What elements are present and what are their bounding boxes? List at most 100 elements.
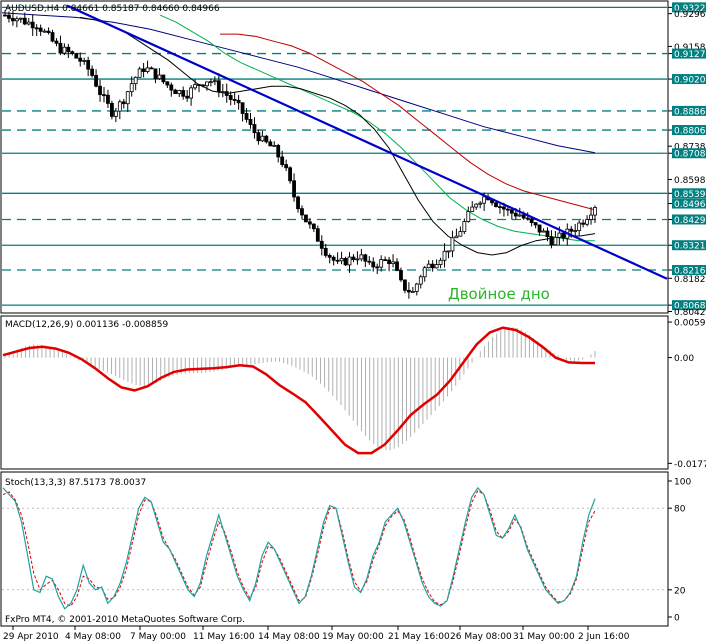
candle-body	[406, 289, 411, 293]
candle-body	[141, 68, 146, 72]
time-axis: 29 Apr 2010 4 May 08:00 7 May 00:00 11 May …	[3, 626, 630, 642]
candle-body	[585, 219, 589, 225]
candle-body	[157, 74, 162, 80]
candle-body	[482, 196, 487, 204]
candle-body	[197, 84, 201, 86]
candle-body	[228, 95, 233, 100]
price-label-10: 0.85397	[674, 190, 706, 200]
candle-body	[442, 250, 447, 261]
candle-body	[300, 208, 304, 216]
candle-body	[288, 167, 293, 182]
candle-body	[244, 113, 249, 120]
candle-body	[347, 256, 352, 266]
main-panel-frame	[0, 0, 669, 314]
time-label-6: 21 May 16:00	[388, 632, 450, 642]
candle-body	[319, 240, 324, 249]
candle-body	[284, 164, 289, 169]
price-label-17: 0.80420	[674, 308, 706, 318]
candle-body	[133, 76, 138, 85]
candle-body	[593, 207, 597, 216]
candle-body	[426, 263, 431, 269]
macd-label-0: 0.005954	[674, 319, 706, 329]
macd-header: MACD(12,26,9) 0.001136 -0.008859	[5, 320, 168, 330]
candle-body	[224, 91, 229, 96]
candle-body	[573, 230, 578, 232]
price-label-12: 0.84295	[674, 216, 706, 226]
candle-body	[327, 255, 332, 258]
candle-body	[153, 68, 158, 80]
candle-body	[438, 259, 443, 265]
trendline[interactable]	[66, 4, 668, 280]
candle-body	[189, 87, 194, 99]
candle-body	[181, 90, 186, 97]
price-label-3: 0.91279	[674, 50, 706, 60]
candle-body	[173, 89, 178, 95]
candle-body	[256, 132, 261, 142]
candle-body	[387, 259, 391, 265]
candle-body	[102, 94, 106, 97]
candle-body	[236, 99, 241, 104]
candle-body	[14, 18, 19, 22]
candle-body	[276, 144, 281, 158]
candle-body	[403, 279, 407, 291]
candle-body	[264, 135, 269, 143]
candle-body	[117, 101, 122, 112]
candle-body	[240, 102, 245, 114]
candle-body	[121, 101, 126, 105]
down-trendline[interactable]	[66, 4, 668, 280]
candle-body	[367, 260, 372, 263]
candle-body	[272, 144, 277, 147]
candle-body	[74, 53, 79, 59]
stoch-panel-frame	[0, 471, 669, 627]
macd-signal	[2, 326, 595, 455]
stoch-label-1: 80	[674, 505, 686, 515]
candle-body	[34, 27, 39, 30]
candle-body	[343, 258, 348, 266]
chart-canvas[interactable]: 0.932240.929600.915800.912790.902060.888…	[0, 0, 706, 644]
candle-body	[505, 208, 510, 211]
candle-body	[383, 259, 388, 262]
candle-body	[494, 202, 498, 208]
candle-body	[220, 91, 225, 93]
candle-body	[216, 80, 221, 93]
candle-body	[62, 46, 67, 54]
candle-body	[509, 209, 514, 214]
time-label-8: 31 May 00:00	[513, 632, 575, 642]
candle-body	[129, 83, 134, 93]
time-label-1: 4 May 08:00	[65, 632, 121, 642]
candle-body	[379, 259, 384, 268]
candle-body	[323, 247, 328, 256]
candle-body	[359, 254, 364, 260]
candle-body	[212, 80, 217, 83]
candle-body	[335, 259, 340, 262]
macd-axis: 0.005954 0.00 -0.017724	[668, 319, 706, 470]
candle-body	[280, 156, 285, 165]
candle-body	[307, 221, 312, 225]
mt4-chart-window[interactable]: 0.932240.929600.915800.912790.902060.888…	[0, 0, 706, 644]
candle-body	[106, 94, 110, 104]
candle-body	[581, 222, 586, 225]
price-label-15: 0.81820	[674, 275, 706, 285]
candle-body	[177, 90, 182, 95]
price-label-9: 0.85980	[674, 176, 706, 186]
candle-body	[478, 202, 483, 205]
candle-body	[149, 67, 154, 70]
candle-body	[521, 214, 526, 219]
moving-averages	[1, 12, 596, 256]
candle-body	[363, 254, 368, 262]
candle-body	[577, 222, 582, 231]
candle-body	[185, 95, 190, 99]
candle-body	[529, 218, 534, 224]
candle-body	[395, 261, 399, 271]
price-label-11: 0.84966	[674, 200, 706, 210]
candle-body	[82, 60, 87, 62]
time-label-2: 7 May 00:00	[130, 632, 186, 642]
candle-body	[18, 17, 23, 20]
candle-body	[3, 14, 7, 17]
stoch-header: Stoch(13,3,3) 87.5173 78.0037	[5, 478, 146, 488]
candle-body	[474, 203, 479, 208]
candle-body	[50, 32, 55, 42]
candle-body	[391, 261, 395, 265]
candle-body	[42, 30, 47, 33]
candle-body	[260, 135, 265, 142]
